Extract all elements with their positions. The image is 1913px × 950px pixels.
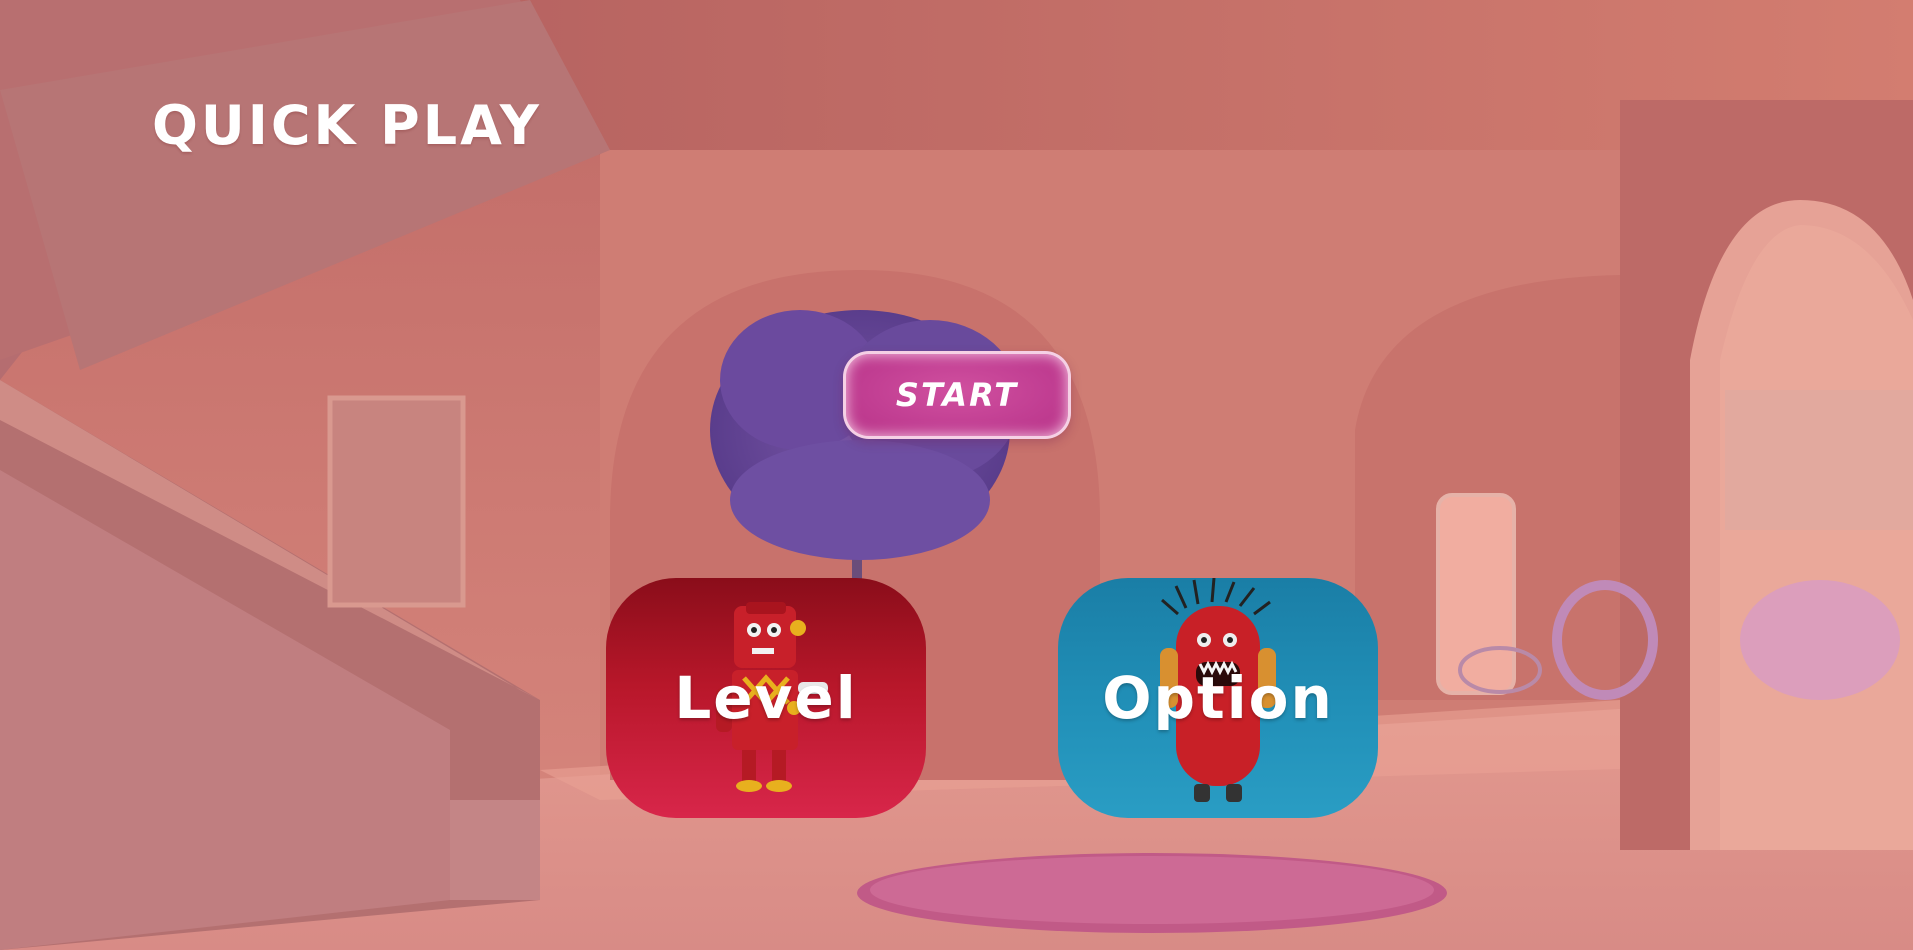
start-button[interactable]: START [843, 351, 1071, 439]
level-card-label: Level [674, 664, 858, 732]
level-card-button[interactable]: Level [606, 578, 926, 818]
start-button-label: START [895, 376, 1019, 414]
option-card-label: Option [1102, 664, 1334, 732]
option-card-button[interactable]: Option [1058, 578, 1378, 818]
page-title: QUICK PLAY [152, 94, 542, 157]
